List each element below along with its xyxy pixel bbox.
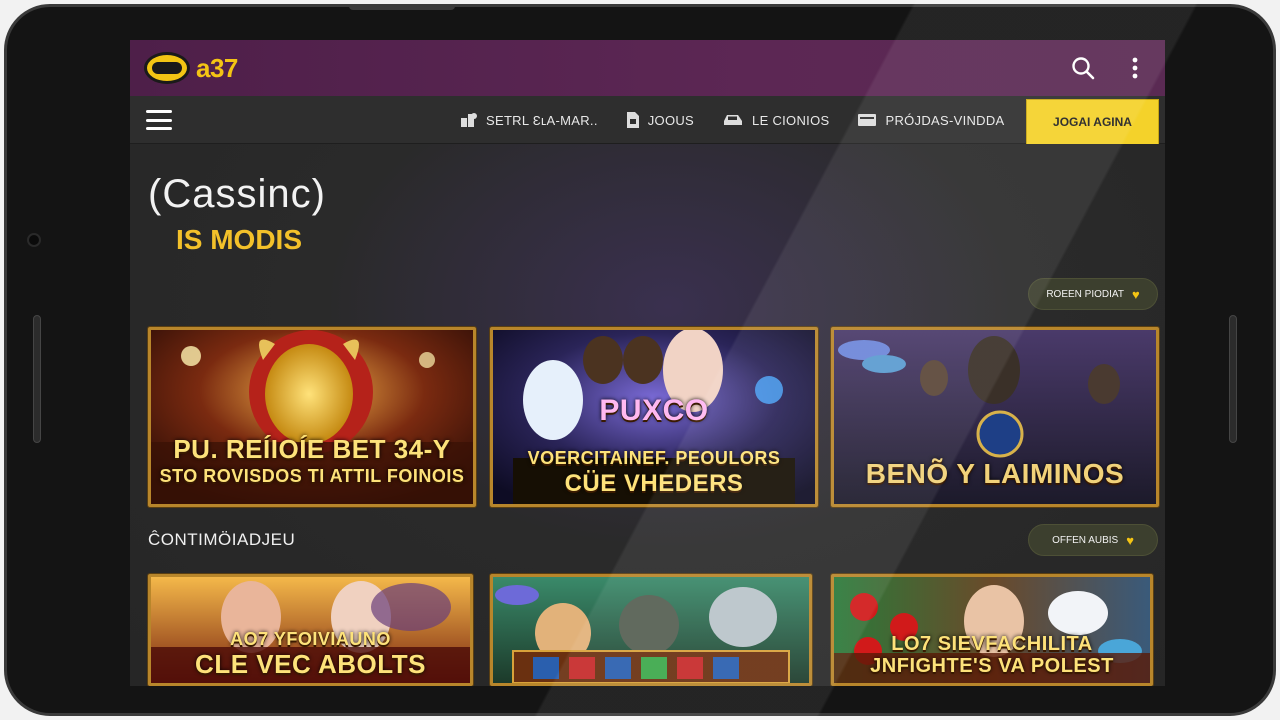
card-caption: PU. REÍIOÍE BET 34-Y (173, 434, 451, 464)
card-caption: BENÕ Y LAIMINOS (865, 458, 1125, 489)
nav-label: SETRL ƐʟA-MAR.. (486, 112, 598, 128)
chips-icon (461, 113, 477, 127)
page-subtitle: IS MODIS (176, 224, 303, 255)
game-card[interactable]: BENÕ Y LAIMINOS (831, 327, 1159, 507)
front-camera (27, 233, 41, 247)
game-card[interactable]: PU. REÍIOÍE BET 34-Y STO ROVISDOS TI ATT… (148, 327, 476, 507)
car-icon (724, 115, 743, 125)
more-vertical-icon[interactable] (1121, 54, 1149, 82)
nav-bar: SETRL ƐʟA-MAR.. JOOUS LE CIONIOS PRÓJDAS… (130, 96, 1165, 145)
section-title: ĈONTIMÖIADJEU (148, 530, 296, 549)
nav-label: JOOUS (647, 112, 695, 128)
game-card[interactable] (490, 574, 812, 686)
search-icon[interactable] (1069, 54, 1097, 82)
card-caption: AO7 YFOIVIAUNO (230, 629, 391, 649)
card-caption: STO ROVISDOS TI ATTIL FOINOIS (159, 466, 465, 486)
tablet-frame: a37 SETRL ƐʟA-MAR.. JOOUS LE CIONIOS PRÓ… (4, 4, 1276, 716)
logo-badge[interactable] (144, 52, 190, 84)
page-title: (Cassinc) (148, 172, 326, 216)
game-card[interactable]: PUXCO VOERCITAINEF. PEOULORS CÜE VHEDERS (490, 327, 818, 507)
top-bar: a37 (130, 40, 1165, 96)
nav-label: LE CIONIOS (752, 112, 830, 128)
play-now-button[interactable]: JOGAI AGINA (1026, 99, 1159, 145)
heart-icon: ♥ (1131, 286, 1140, 302)
screen: a37 SETRL ƐʟA-MAR.. JOOUS LE CIONIOS PRÓ… (130, 40, 1165, 686)
section-filter-button[interactable]: OFFEN AUBIS ♥ (1028, 524, 1158, 556)
section-filter-button[interactable]: ROEEN PIODIAT ♥ (1028, 278, 1158, 310)
card-caption: VOERCITAINEF. PEOULORS (527, 448, 781, 468)
hamburger-icon[interactable] (146, 110, 172, 130)
card-caption: CLE VEC ABOLTS (195, 649, 426, 679)
side-button-left (33, 315, 41, 443)
nav-item-projdas[interactable]: PRÓJDAS-VINDDA (857, 113, 1004, 128)
power-button (349, 7, 455, 10)
card-icon (626, 112, 639, 128)
logo-text[interactable]: a37 (196, 53, 238, 84)
card-caption: CÜE VHEDERS (564, 470, 744, 497)
pill-label: OFFEN AUBIS (1052, 534, 1119, 546)
ticket-icon (858, 114, 877, 126)
card-title: PUXCO (599, 394, 709, 427)
nav-label: PRÓJDAS-VINDDA (885, 112, 1005, 128)
side-button-right (1229, 315, 1237, 443)
card-caption: JNFIGHTE'S VA POLEST (870, 655, 1114, 677)
game-card[interactable]: AO7 YFOIVIAUNO CLE VEC ABOLTS (148, 574, 473, 686)
nav-item-setrl[interactable]: SETRL ƐʟA-MAR.. (460, 112, 598, 128)
nav-item-joous[interactable]: JOOUS (626, 111, 694, 129)
pill-label: ROEEN PIODIAT (1046, 288, 1124, 300)
card-caption: LO7 SIEVFACHILITA (891, 633, 1093, 655)
heart-icon: ♥ (1126, 532, 1134, 548)
game-card[interactable]: LO7 SIEVFACHILITA JNFIGHTE'S VA POLEST (831, 574, 1153, 686)
nav-item-le-cionios[interactable]: LE CIONIOS (722, 113, 829, 128)
main-content: (Cassinc) IS MODIS ROEEN PIODIAT ♥ PU. R… (130, 144, 1165, 686)
